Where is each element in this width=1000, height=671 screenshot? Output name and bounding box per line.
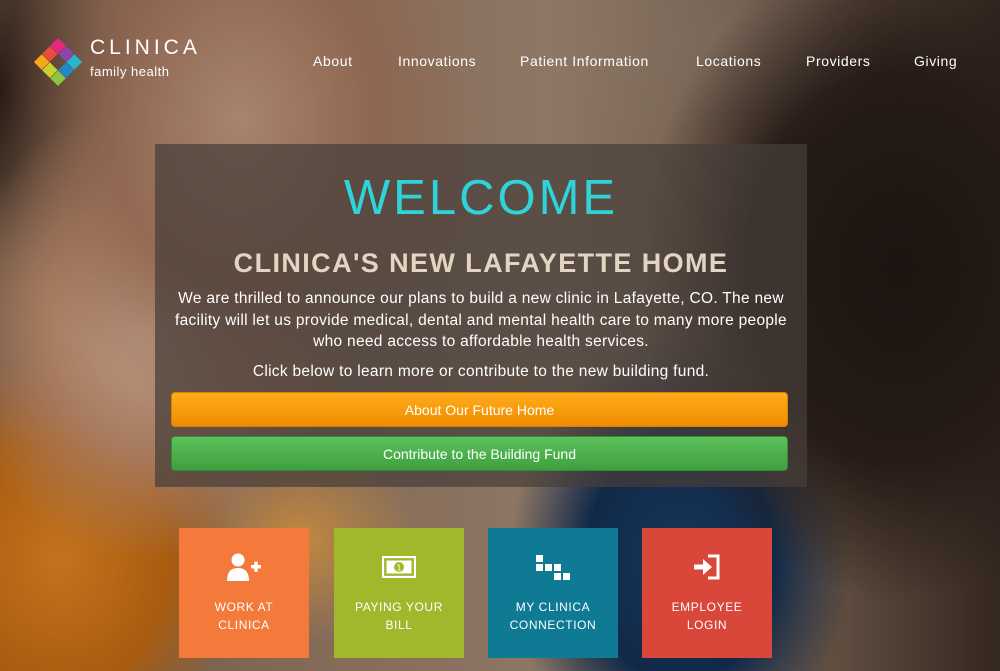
tile-label: WORK AT CLINICA bbox=[214, 600, 274, 632]
sign-in-icon bbox=[642, 550, 772, 584]
add-user-icon bbox=[179, 550, 309, 584]
employee-login-tile[interactable]: EMPLOYEE LOGIN bbox=[642, 528, 772, 658]
welcome-call-to-action: Click below to learn more or contribute … bbox=[252, 363, 710, 380]
nav-item-patient-information[interactable]: Patient Information bbox=[520, 53, 649, 69]
nav-item-innovations[interactable]: Innovations bbox=[398, 53, 476, 69]
tile-label: PAYING YOUR BILL bbox=[355, 600, 443, 632]
dollar-bill-icon: 1 bbox=[334, 550, 464, 584]
nav-item-locations[interactable]: Locations bbox=[696, 53, 761, 69]
nav-item-giving[interactable]: Giving bbox=[914, 53, 957, 69]
my-clinica-connection-tile[interactable]: MY CLINICA CONNECTION bbox=[488, 528, 618, 658]
svg-text:1: 1 bbox=[396, 563, 401, 572]
main-nav: About Innovations Patient Information Lo… bbox=[0, 53, 1000, 73]
paying-your-bill-tile[interactable]: 1 PAYING YOUR BILL bbox=[334, 528, 464, 658]
welcome-description: We are thrilled to announce our plans to… bbox=[175, 290, 787, 350]
nav-item-about[interactable]: About bbox=[313, 53, 353, 69]
welcome-subtitle: CLINICA'S NEW LAFAYETTE HOME bbox=[233, 248, 729, 278]
about-future-home-button[interactable]: About Our Future Home bbox=[171, 392, 788, 427]
grid-blocks-icon bbox=[488, 550, 618, 584]
nav-item-providers[interactable]: Providers bbox=[806, 53, 871, 69]
welcome-title: WELCOME bbox=[343, 171, 619, 225]
work-at-clinica-tile[interactable]: WORK AT CLINICA bbox=[179, 528, 309, 658]
tile-label: EMPLOYEE LOGIN bbox=[671, 600, 743, 632]
welcome-panel: WELCOME CLINICA'S NEW LAFAYETTE HOME We … bbox=[155, 144, 807, 487]
tile-label: MY CLINICA CONNECTION bbox=[509, 600, 597, 632]
contribute-building-fund-button[interactable]: Contribute to the Building Fund bbox=[171, 436, 788, 471]
